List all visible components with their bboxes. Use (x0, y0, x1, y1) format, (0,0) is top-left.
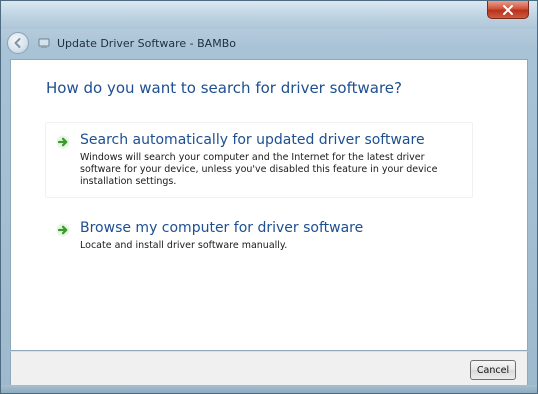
close-icon (503, 4, 513, 15)
back-arrow-icon (14, 38, 21, 48)
search-automatically-option[interactable]: Search automatically for updated driver … (45, 122, 473, 198)
window-title: Update Driver Software - BAMBo (57, 36, 236, 50)
option-title: Browse my computer for driver software (80, 220, 364, 236)
browse-computer-option[interactable]: Browse my computer for driver software L… (45, 210, 473, 262)
device-icon (37, 36, 51, 50)
page-heading: How do you want to search for driver sof… (46, 79, 402, 97)
back-button[interactable] (7, 32, 29, 54)
option-description: Locate and install driver software manua… (80, 240, 288, 251)
option-description: Windows will search your computer and th… (80, 152, 438, 187)
close-button[interactable] (487, 1, 529, 19)
footer-bar: Cancel (10, 351, 528, 387)
content-panel: How do you want to search for driver sof… (10, 59, 528, 351)
nav-row: Update Driver Software - BAMBo (7, 31, 236, 55)
green-arrow-icon (56, 135, 70, 149)
dialog-window: Update Driver Software - BAMBo How do yo… (0, 0, 538, 394)
title-bar (1, 1, 537, 29)
cancel-button[interactable]: Cancel (470, 360, 516, 380)
green-arrow-icon (56, 223, 70, 237)
window-bottom-edge (1, 385, 537, 393)
option-title: Search automatically for updated driver … (80, 132, 425, 148)
